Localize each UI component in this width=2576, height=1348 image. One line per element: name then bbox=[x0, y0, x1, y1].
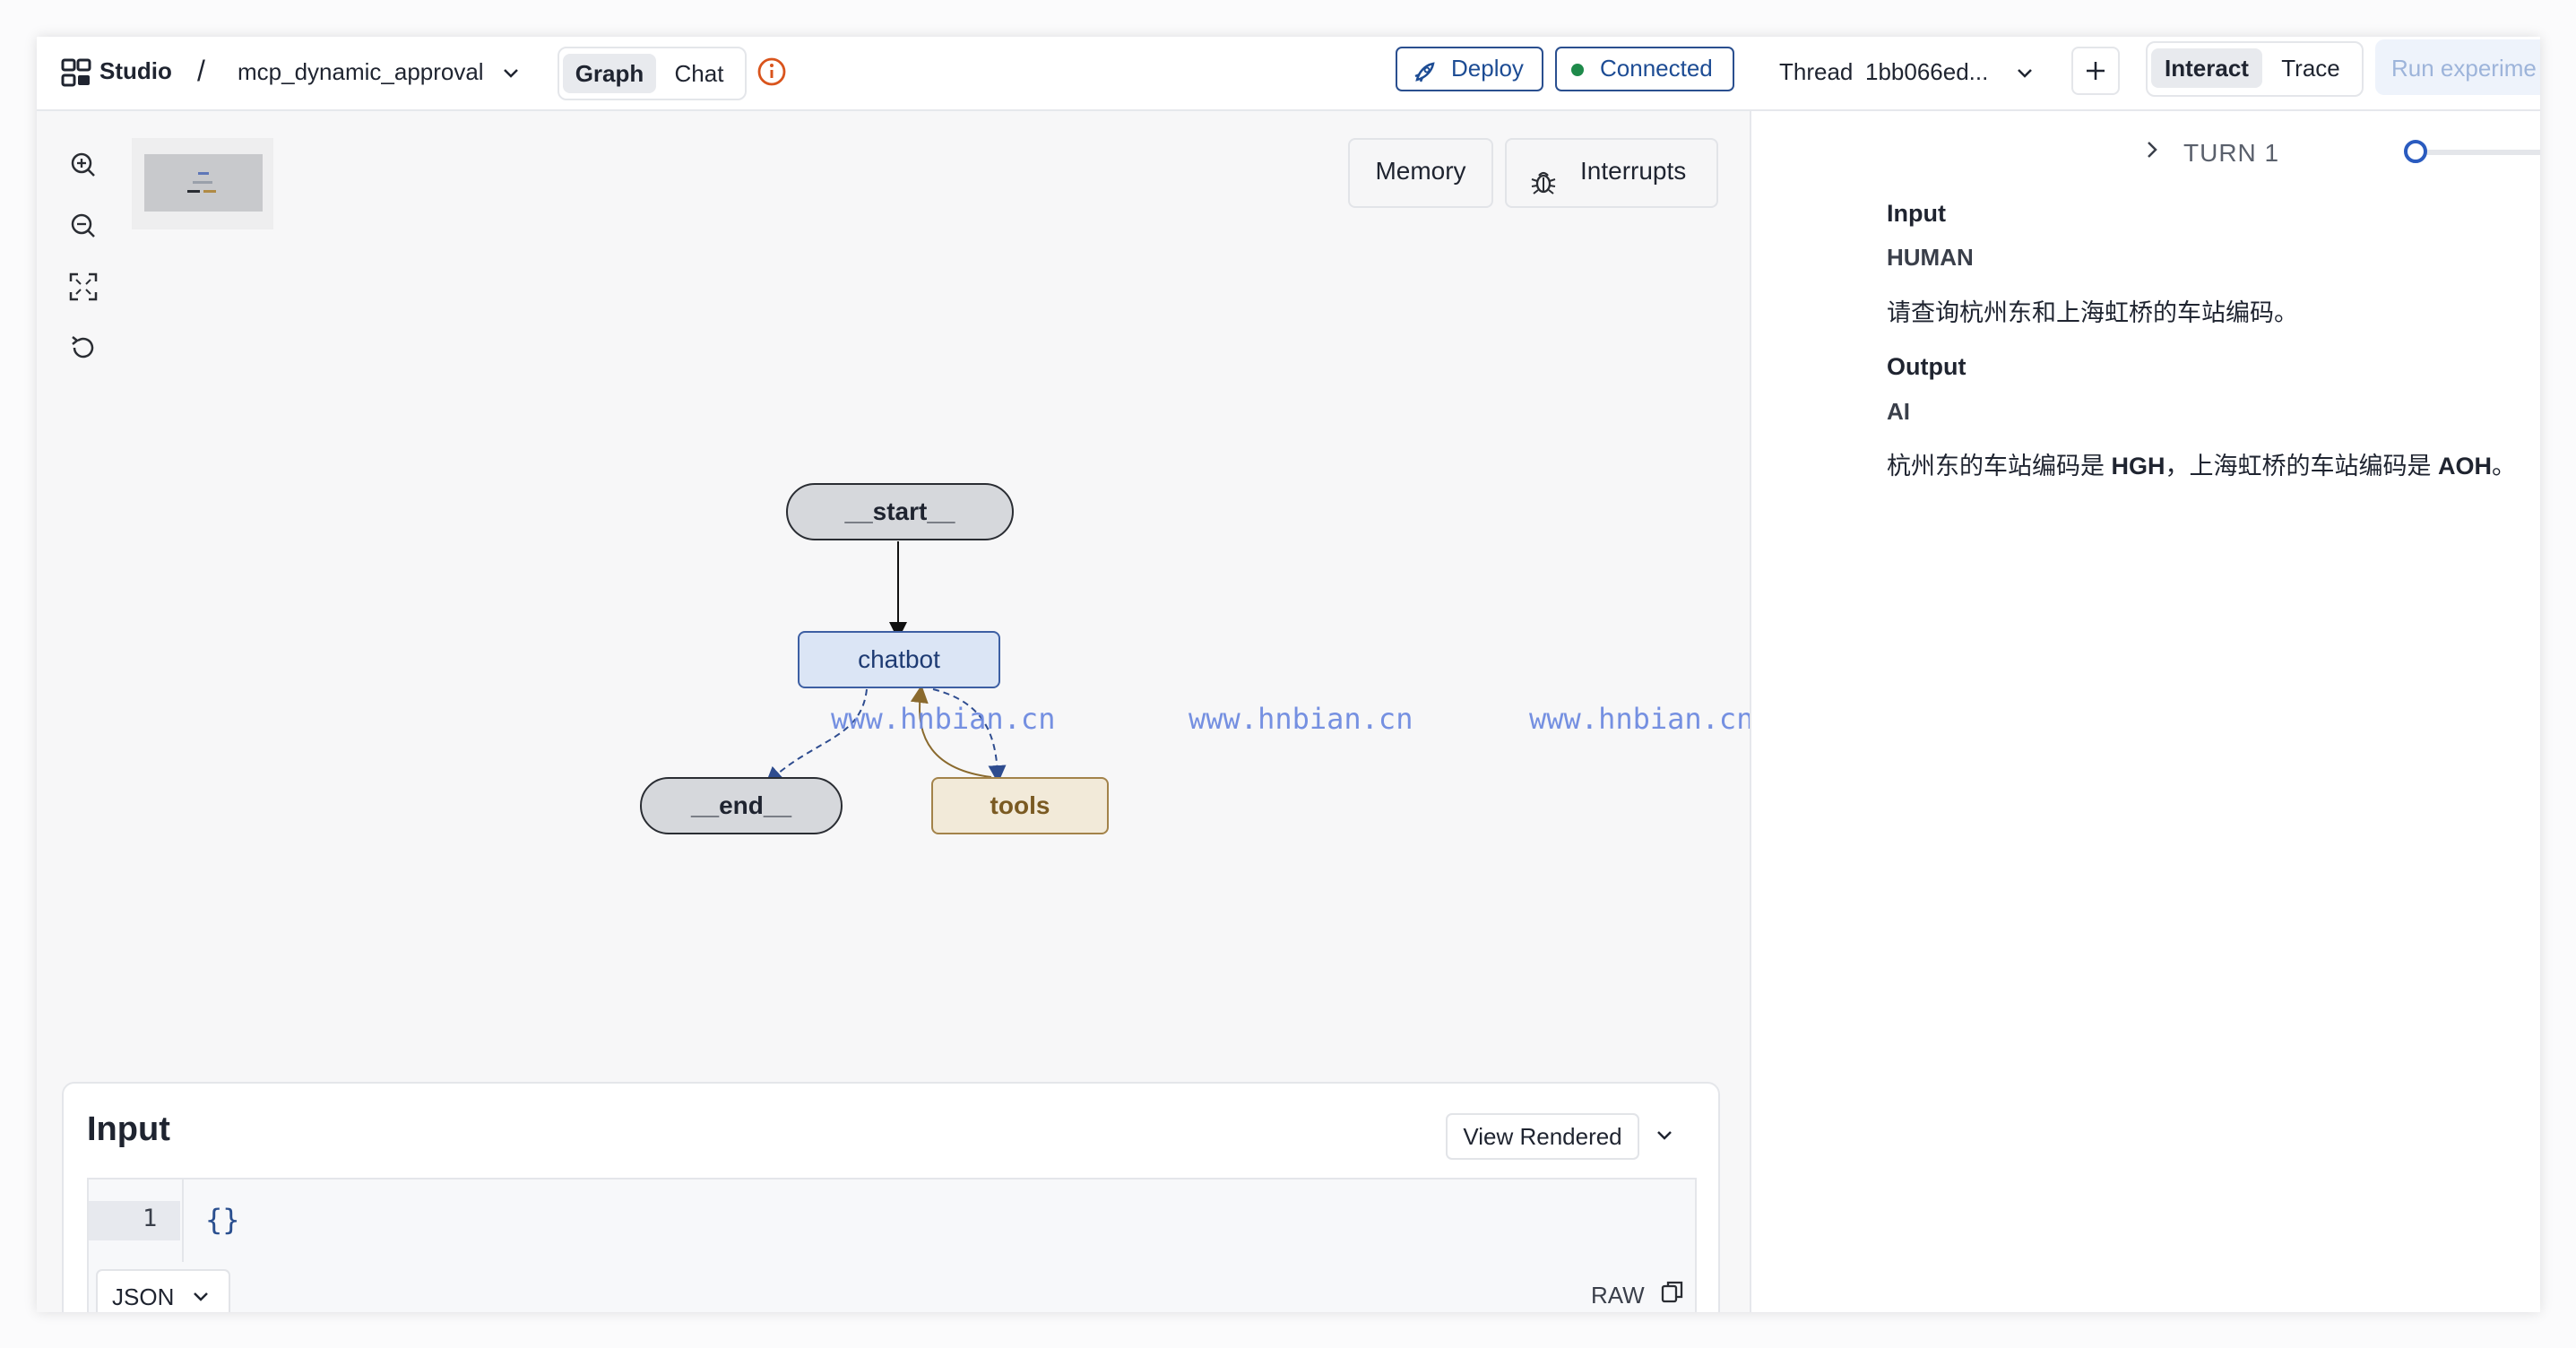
gutter-active-line bbox=[89, 1201, 180, 1240]
run-experiment-button[interactable]: Run experime bbox=[2375, 39, 2540, 95]
station-code: HGH bbox=[2111, 453, 2165, 480]
code-text[interactable]: {} bbox=[205, 1203, 240, 1237]
new-thread-button[interactable] bbox=[2071, 47, 2120, 95]
studio-logo-icon[interactable] bbox=[60, 56, 92, 89]
mode-tabs: Interact Trace bbox=[2146, 41, 2364, 97]
copy-icon[interactable] bbox=[1659, 1278, 1686, 1305]
tab-chat[interactable]: Chat bbox=[660, 54, 739, 93]
input-panel-title: Input bbox=[87, 1110, 170, 1148]
node-start[interactable]: __start__ bbox=[786, 483, 1014, 540]
status-dot-icon bbox=[1571, 64, 1584, 76]
turn-slider-track[interactable] bbox=[2416, 150, 2540, 155]
chevron-right-icon[interactable] bbox=[2142, 138, 2162, 161]
line-number: 1 bbox=[143, 1205, 158, 1232]
input-panel: Input View Rendered 1 {} JSON RAW bbox=[62, 1082, 1720, 1312]
chevron-down-icon[interactable] bbox=[501, 64, 521, 83]
connection-status-label: Connected bbox=[1600, 55, 1713, 82]
breadcrumb-separator: / bbox=[197, 55, 205, 87]
thread-label: Thread bbox=[1779, 58, 1854, 85]
rocket-icon bbox=[1412, 57, 1437, 82]
plus-icon bbox=[2087, 62, 2105, 80]
watermark-text: www.hnbian.cn bbox=[831, 702, 1056, 736]
graph-edges bbox=[765, 541, 1007, 785]
view-rendered-button[interactable]: View Rendered bbox=[1446, 1113, 1639, 1160]
format-chevron-down-icon bbox=[191, 1287, 211, 1307]
node-end[interactable]: __end__ bbox=[640, 777, 843, 834]
node-chatbot[interactable]: chatbot bbox=[798, 631, 1000, 688]
output-message-text: ，上海虹桥的车站编码是 bbox=[2165, 453, 2439, 480]
gutter-divider bbox=[182, 1180, 184, 1264]
turn-label[interactable]: TURN 1 bbox=[2183, 139, 2279, 168]
tab-graph[interactable]: Graph bbox=[563, 54, 656, 93]
tab-trace[interactable]: Trace bbox=[2266, 48, 2356, 88]
run-experiment-label: Run experime bbox=[2391, 55, 2537, 82]
station-code: AOH bbox=[2438, 453, 2493, 480]
format-selector[interactable]: JSON bbox=[96, 1269, 230, 1312]
input-message: 请查询杭州东和上海虹桥的车站编码。 bbox=[1887, 299, 2298, 326]
input-heading: Input bbox=[1887, 200, 1946, 227]
view-mode-chevron-down-icon[interactable] bbox=[1654, 1125, 1675, 1146]
deploy-button[interactable]: Deploy bbox=[1396, 47, 1543, 91]
trace-panel: TURN 1 Input HUMAN 请查询杭州东和上海虹桥的车站编码。 Out… bbox=[1750, 111, 2540, 1312]
tab-interact[interactable]: Interact bbox=[2151, 48, 2262, 88]
raw-toggle[interactable]: RAW bbox=[1591, 1282, 1645, 1309]
top-bar: Studio / mcp_dynamic_approval Graph Chat bbox=[37, 37, 2540, 111]
output-message: 杭州东的车站编码是 HGH，上海虹桥的车站编码是 AOH。 bbox=[1887, 446, 2516, 481]
output-heading: Output bbox=[1887, 353, 1967, 380]
thread-chevron-down-icon[interactable] bbox=[2015, 64, 2035, 83]
studio-label[interactable]: Studio bbox=[99, 57, 172, 85]
json-editor[interactable]: 1 {} bbox=[87, 1178, 1697, 1266]
watermark-text: www.hnbian.cn bbox=[1189, 702, 1413, 736]
output-message-text: 。 bbox=[2492, 453, 2517, 480]
output-role: AI bbox=[1887, 398, 1910, 425]
input-role: HUMAN bbox=[1887, 244, 1974, 271]
turn-slider-handle[interactable] bbox=[2404, 140, 2427, 163]
thread-selector[interactable]: 1bb066ed... bbox=[1865, 58, 1988, 86]
project-selector[interactable]: mcp_dynamic_approval bbox=[238, 58, 484, 86]
studio-window: Studio / mcp_dynamic_approval Graph Chat bbox=[37, 37, 2540, 1312]
info-icon[interactable] bbox=[756, 56, 787, 87]
format-label: JSON bbox=[112, 1283, 175, 1310]
output-message-text: 杭州东的车站编码是 bbox=[1887, 453, 2112, 480]
connection-status-badge[interactable]: Connected bbox=[1555, 47, 1734, 91]
editor-footer: JSON RAW bbox=[87, 1262, 1697, 1312]
deploy-label: Deploy bbox=[1451, 55, 1524, 82]
watermark-text: www.hnbian.cn bbox=[1529, 702, 1754, 736]
node-tools[interactable]: tools bbox=[931, 777, 1109, 834]
view-tabs: Graph Chat bbox=[558, 47, 747, 100]
